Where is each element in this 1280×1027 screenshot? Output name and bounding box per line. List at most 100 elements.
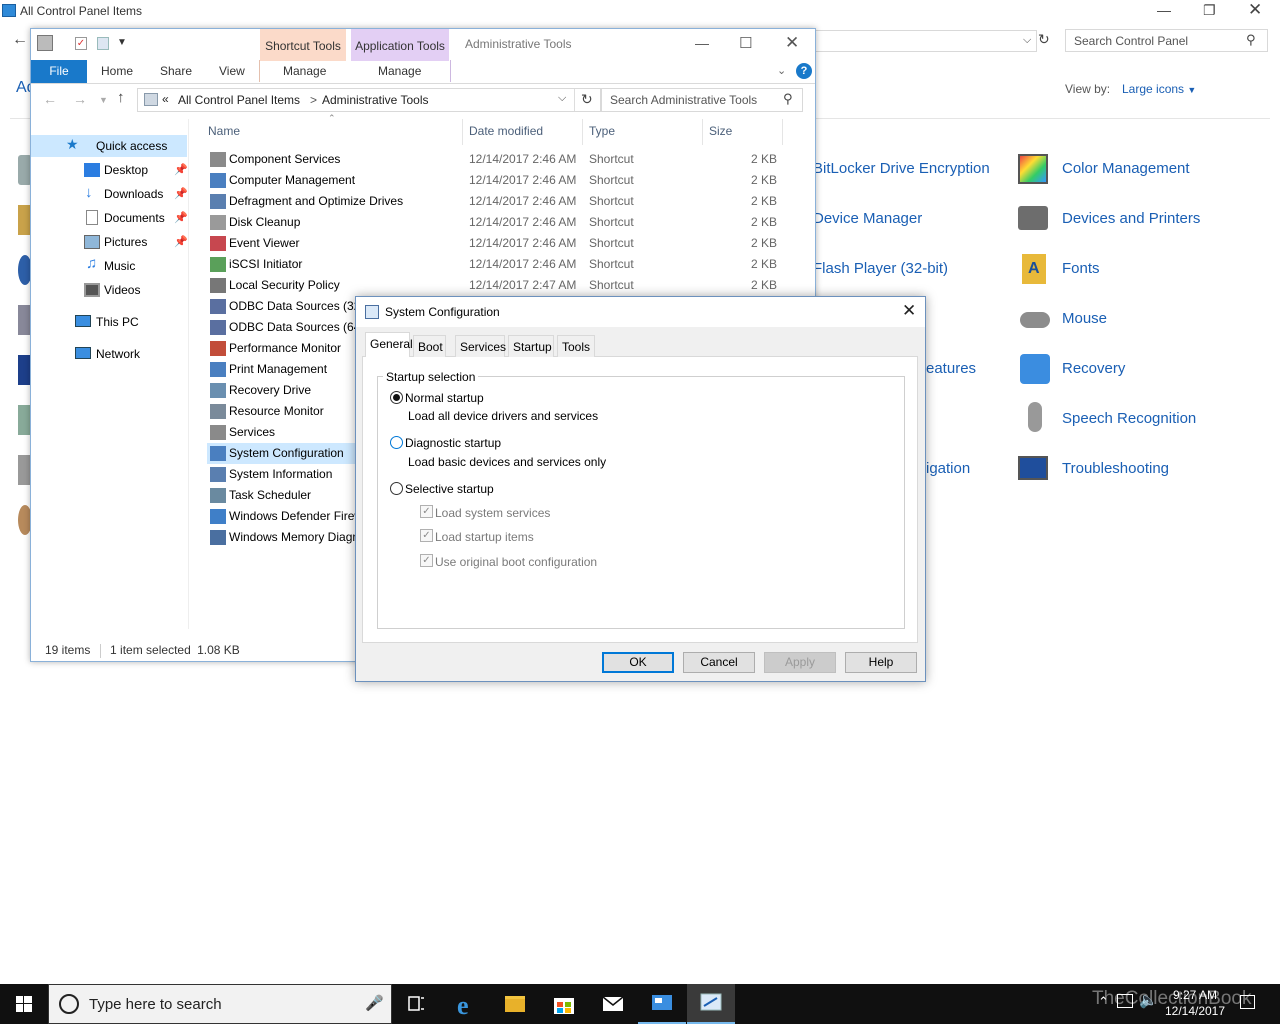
diagnostic-startup-label[interactable]: Diagnostic startup [405, 436, 501, 450]
show-hidden-icons[interactable]: ⌃ [1098, 994, 1109, 1010]
help-icon[interactable]: ? [796, 63, 812, 79]
customize-qat-icon[interactable]: ▼ [117, 37, 127, 48]
radio-diagnostic-startup[interactable] [390, 436, 403, 449]
store-icon[interactable] [540, 984, 588, 1024]
home-tab[interactable]: Home [101, 64, 133, 78]
radio-selective-startup[interactable] [390, 482, 403, 495]
new-folder-icon[interactable] [97, 37, 109, 50]
microphone-icon[interactable]: 🎤 [365, 994, 384, 1012]
ok-button[interactable]: OK [602, 652, 674, 673]
pin-icon[interactable]: 📌 [174, 235, 188, 248]
close-icon[interactable]: ✕ [1248, 0, 1262, 20]
column-header-date[interactable]: Date modified [469, 124, 543, 138]
nav-item-music[interactable]: Music [104, 259, 135, 273]
checkbox-use-original-boot[interactable]: ✓ [420, 554, 433, 567]
nav-item-quick-access[interactable]: ★ Quick access [31, 135, 187, 157]
minimize-icon[interactable]: — [695, 35, 709, 51]
help-button[interactable]: Help [845, 652, 917, 673]
address-bar[interactable]: « All Control Panel Items > Administrati… [137, 88, 601, 112]
search-icon[interactable]: ⚲ [783, 91, 793, 107]
table-row[interactable]: Computer Management 12/14/2017 2:46 AM Sho… [207, 170, 787, 191]
manage-application-tab[interactable]: Manage [378, 64, 421, 78]
cp-item-troubleshooting[interactable]: Troubleshooting [1062, 460, 1169, 477]
cp-item-bitlocker[interactable]: BitLocker Drive Encryption [813, 160, 990, 177]
cp-item-device-manager[interactable]: Device Manager [813, 210, 922, 227]
application-tools-tab[interactable]: Application Tools [351, 29, 449, 61]
table-row[interactable]: Disk Cleanup 12/14/2017 2:46 AM Shortcut 2 … [207, 212, 787, 233]
tab-startup[interactable]: Startup [508, 335, 554, 357]
shortcut-tools-tab[interactable]: Shortcut Tools [260, 29, 346, 61]
nav-item-desktop[interactable]: Desktop [104, 163, 148, 177]
task-view-icon[interactable] [392, 984, 440, 1024]
breadcrumb-administrative-tools[interactable]: Administrative Tools [322, 93, 429, 107]
column-header-type[interactable]: Type [589, 124, 615, 138]
tab-tools[interactable]: Tools [557, 335, 595, 357]
cp-item-features[interactable]: eatures [926, 360, 976, 377]
clock[interactable]: 9:27 AM 12/14/2017 [1160, 987, 1230, 1019]
overflow-chevron[interactable]: « [162, 92, 169, 106]
cp-item-speech-recognition[interactable]: Speech Recognition [1062, 410, 1196, 427]
cp-item-fonts[interactable]: Fonts [1062, 260, 1100, 277]
view-by-dropdown[interactable]: Large icons ▼ [1122, 82, 1196, 96]
chevron-down-icon[interactable]: ⌵ [558, 92, 566, 105]
table-row[interactable]: iSCSI Initiator 12/14/2017 2:46 AM Shortcu… [207, 254, 787, 275]
cp-item-navigation[interactable]: igation [926, 460, 970, 477]
msconfig-taskbar-icon[interactable] [687, 984, 735, 1024]
refresh-icon[interactable]: ↻ [581, 91, 593, 108]
cp-item-devices-printers[interactable]: Devices and Printers [1062, 210, 1200, 227]
minimize-icon[interactable]: — [1157, 2, 1171, 18]
taskbar-search-box[interactable]: Type here to search 🎤 [48, 984, 392, 1024]
nav-item-network[interactable]: Network [96, 347, 140, 361]
table-row[interactable]: Local Security Policy 12/14/2017 2:47 AM S… [207, 275, 787, 296]
address-bar[interactable]: ⌵ [815, 30, 1037, 52]
file-explorer-icon[interactable] [491, 984, 539, 1024]
start-button[interactable] [0, 984, 48, 1024]
chevron-down-icon[interactable]: ⌵ [1023, 34, 1031, 47]
apply-button[interactable]: Apply [764, 652, 836, 673]
cancel-button[interactable]: Cancel [683, 652, 755, 673]
close-icon[interactable]: ✕ [785, 33, 799, 53]
table-row[interactable]: Event Viewer 12/14/2017 2:46 AM Shortcut 2 … [207, 233, 787, 254]
expand-ribbon-icon[interactable]: ⌄ [777, 64, 786, 77]
view-tab[interactable]: View [219, 64, 245, 78]
breadcrumb-separator[interactable]: > [310, 93, 317, 107]
up-arrow-icon[interactable]: ↑ [117, 89, 125, 106]
breadcrumb-all-control-panel[interactable]: All Control Panel Items [178, 93, 300, 107]
file-tab[interactable]: File [31, 60, 87, 83]
nav-item-downloads[interactable]: Downloads [104, 187, 163, 201]
mail-icon[interactable] [589, 984, 637, 1024]
tab-boot[interactable]: Boot [413, 335, 446, 357]
selective-startup-label[interactable]: Selective startup [405, 482, 494, 496]
pin-icon[interactable]: 📌 [174, 187, 188, 200]
volume-icon[interactable]: 🔈 [1139, 991, 1158, 1009]
network-icon[interactable] [1117, 994, 1133, 1008]
recent-locations-icon[interactable]: ▼ [99, 95, 108, 105]
checkbox-load-system-services[interactable]: ✓ [420, 505, 433, 518]
search-icon[interactable]: ⚲ [1246, 32, 1256, 48]
cp-item-color-management[interactable]: Color Management [1062, 160, 1190, 177]
search-input[interactable]: Search Control Panel [1065, 29, 1268, 52]
back-arrow-icon[interactable]: ← [12, 31, 28, 49]
column-header-size[interactable]: Size [709, 124, 732, 138]
normal-startup-label[interactable]: Normal startup [405, 391, 484, 405]
restore-icon[interactable]: ❐ [1203, 2, 1216, 19]
edge-icon[interactable]: e [442, 984, 490, 1024]
tab-general[interactable]: General [365, 332, 413, 357]
tab-services[interactable]: Services [455, 335, 506, 357]
refresh-icon[interactable]: ↻ [1038, 31, 1050, 48]
manage-shortcut-tab[interactable]: Manage [283, 64, 326, 78]
close-icon[interactable]: ✕ [902, 301, 916, 321]
pin-icon[interactable]: 📌 [174, 211, 188, 224]
forward-arrow-icon[interactable]: → [73, 91, 87, 107]
pin-icon[interactable]: 📌 [174, 163, 188, 176]
action-center-icon[interactable] [1240, 995, 1255, 1009]
maximize-icon[interactable]: ☐ [739, 34, 752, 52]
search-input[interactable]: Search Administrative Tools [601, 88, 803, 112]
back-arrow-icon[interactable]: ← [43, 91, 57, 107]
nav-item-documents[interactable]: Documents [104, 211, 165, 225]
checkbox-load-startup-items[interactable]: ✓ [420, 529, 433, 542]
nav-item-videos[interactable]: Videos [104, 283, 140, 297]
share-tab[interactable]: Share [160, 64, 192, 78]
cp-item-mouse[interactable]: Mouse [1062, 310, 1107, 327]
properties-icon[interactable]: ✓ [75, 37, 87, 50]
